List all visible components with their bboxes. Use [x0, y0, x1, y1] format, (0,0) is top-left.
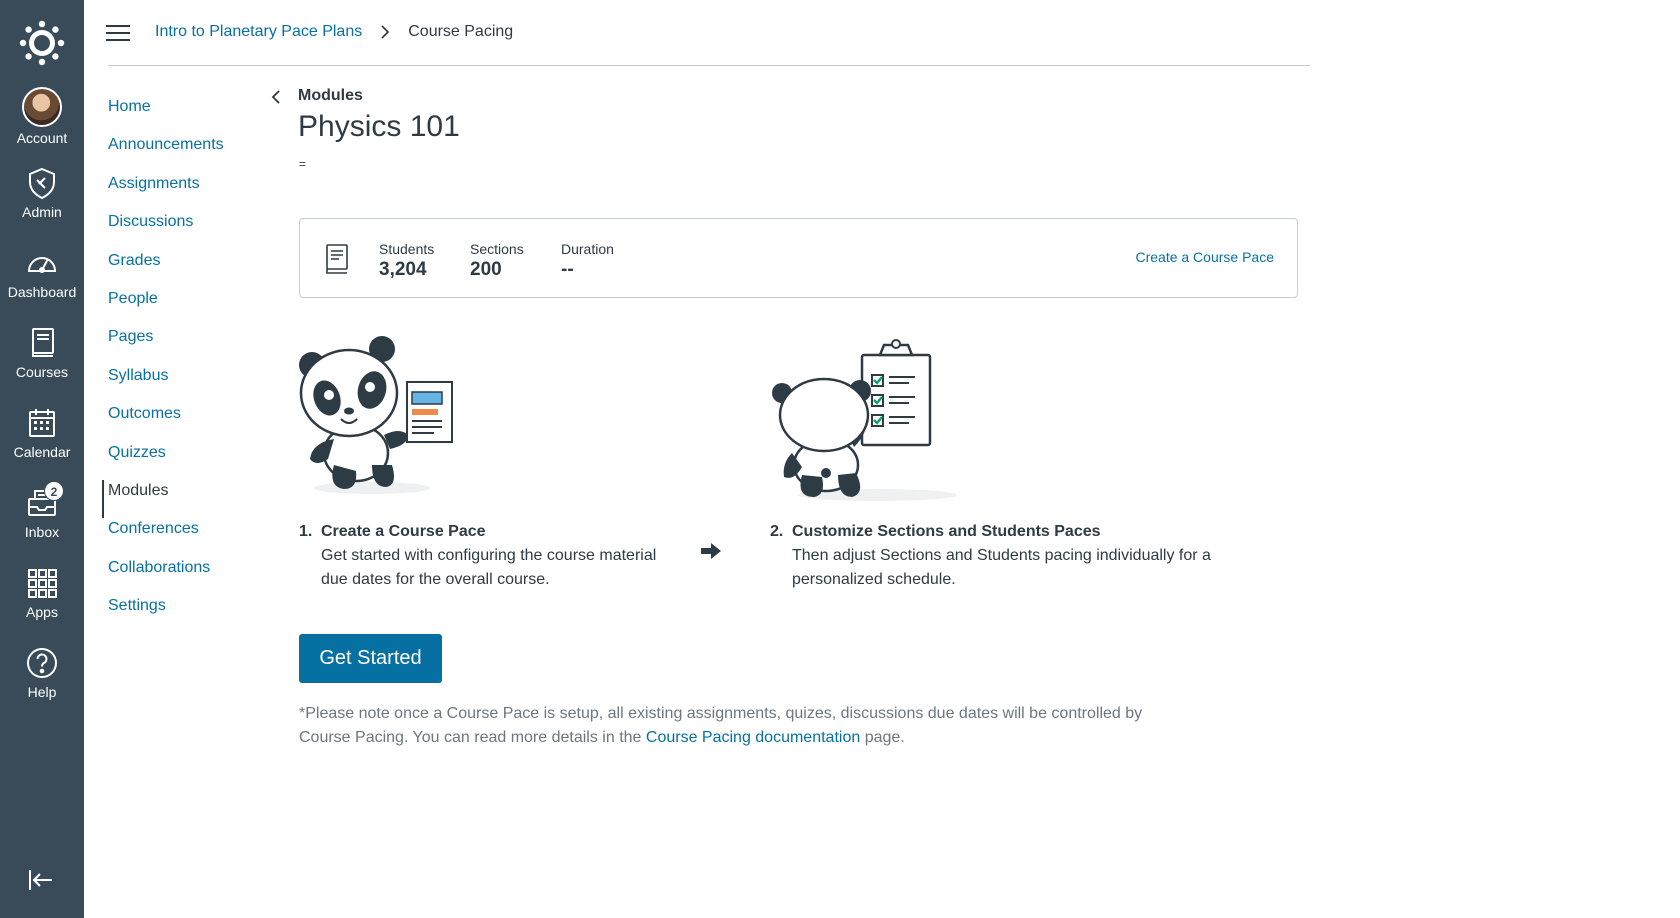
step-create-pace: 1. Create a Course Pace Get started with… — [299, 520, 679, 592]
sections-stat: Sections 200 — [470, 241, 524, 281]
step1-text: Get started with configuring the course … — [321, 547, 657, 588]
nav-apps-label: Apps — [26, 604, 58, 620]
nav-courses-label: Courses — [15, 364, 69, 380]
nav-admin[interactable]: Admin — [0, 165, 84, 220]
shield-icon — [29, 167, 55, 200]
course-nav-outcomes[interactable]: Outcomes — [108, 403, 268, 441]
sections-label: Sections — [470, 241, 524, 257]
course-nav-pages[interactable]: Pages — [108, 326, 268, 364]
get-started-button[interactable]: Get Started — [299, 634, 442, 683]
course-nav-collaborations[interactable]: Collaborations — [108, 557, 268, 595]
global-nav: Account Admin Dashboard Courses Calendar… — [0, 0, 84, 918]
canvas-logo[interactable] — [19, 20, 65, 66]
nav-inbox-label: Inbox — [24, 524, 60, 540]
course-nav-people[interactable]: People — [108, 288, 268, 326]
course-nav-conferences[interactable]: Conferences — [108, 518, 268, 556]
page-title: Physics 101 — [298, 110, 460, 143]
nav-calendar-label: Calendar — [13, 444, 71, 460]
create-course-pace-link[interactable]: Create a Course Pace — [1135, 249, 1274, 265]
collapse-nav-icon[interactable] — [26, 866, 58, 894]
course-nav-settings[interactable]: Settings — [108, 595, 268, 633]
course-nav-discussions[interactable]: Discussions — [108, 211, 268, 249]
duration-value: -- — [561, 259, 574, 280]
nav-admin-label: Admin — [22, 204, 62, 220]
students-stat: Students 3,204 — [379, 241, 434, 281]
course-nav-assignments[interactable]: Assignments — [108, 173, 268, 211]
nav-dashboard-label: Dashboard — [7, 284, 77, 300]
step1-number: 1. — [299, 523, 313, 540]
nav-help[interactable]: Help — [0, 645, 84, 700]
course-summary-card: Students 3,204 Sections 200 Duration -- … — [299, 218, 1298, 298]
sections-value: 200 — [470, 259, 502, 280]
nav-help-label: Help — [27, 684, 57, 700]
step2-title: Customize Sections and Students Paces — [792, 523, 1101, 540]
course-nav-syllabus[interactable]: Syllabus — [108, 365, 268, 403]
breadcrumb-current: Course Pacing — [408, 23, 514, 40]
nav-calendar[interactable]: Calendar — [0, 405, 84, 460]
dashboard-icon — [27, 257, 57, 273]
students-value: 3,204 — [379, 259, 427, 280]
course-pacing-documentation-link[interactable]: Course Pacing documentation — [646, 729, 860, 746]
course-nav-grades[interactable]: Grades — [108, 250, 268, 288]
step1-title: Create a Course Pace — [321, 523, 486, 540]
book-icon — [326, 244, 348, 274]
pace-menu-glyph: = — [299, 157, 307, 171]
nav-account[interactable]: Account — [0, 87, 84, 146]
avatar — [22, 87, 62, 127]
nav-account-label: Account — [16, 130, 68, 146]
chevron-left-icon[interactable] — [270, 88, 282, 106]
chevron-right-icon — [381, 25, 390, 39]
panda-checklist-illustration — [772, 339, 957, 501]
arrow-right-icon — [701, 543, 721, 559]
breadcrumb: Intro to Planetary Pace Plans Course Pac… — [155, 23, 513, 41]
step-customize-paces: 2. Customize Sections and Students Paces… — [770, 520, 1220, 592]
step2-number: 2. — [770, 523, 784, 540]
course-nav-home[interactable]: Home — [108, 96, 268, 134]
course-nav-announcements[interactable]: Announcements — [108, 134, 268, 172]
course-pacing-note: *Please note once a Course Pace is setup… — [299, 702, 1179, 750]
book-icon — [32, 328, 54, 357]
course-menu-toggle[interactable] — [106, 25, 130, 43]
course-nav-quizzes[interactable]: Quizzes — [108, 442, 268, 480]
duration-label: Duration — [561, 241, 614, 257]
nav-courses[interactable]: Courses — [0, 325, 84, 380]
course-nav: Home Announcements Assignments Discussio… — [102, 96, 268, 633]
nav-dashboard[interactable]: Dashboard — [0, 245, 84, 300]
course-nav-modules[interactable]: Modules — [102, 479, 268, 519]
header-divider — [108, 65, 1310, 66]
duration-stat: Duration -- — [561, 241, 614, 281]
step2-text: Then adjust Sections and Students pacing… — [792, 547, 1211, 588]
calendar-icon — [29, 409, 55, 437]
students-label: Students — [379, 241, 435, 257]
nav-inbox[interactable]: 2 Inbox — [0, 481, 84, 540]
inbox-badge: 2 — [44, 481, 64, 501]
apps-icon — [28, 569, 57, 598]
help-icon — [27, 648, 57, 678]
nav-apps[interactable]: Apps — [0, 565, 84, 620]
panda-document-illustration — [299, 336, 453, 494]
breadcrumb-course-link[interactable]: Intro to Planetary Pace Plans — [155, 23, 362, 41]
back-to-modules[interactable]: Modules — [298, 87, 363, 105]
note-text-end: page. — [860, 729, 905, 746]
